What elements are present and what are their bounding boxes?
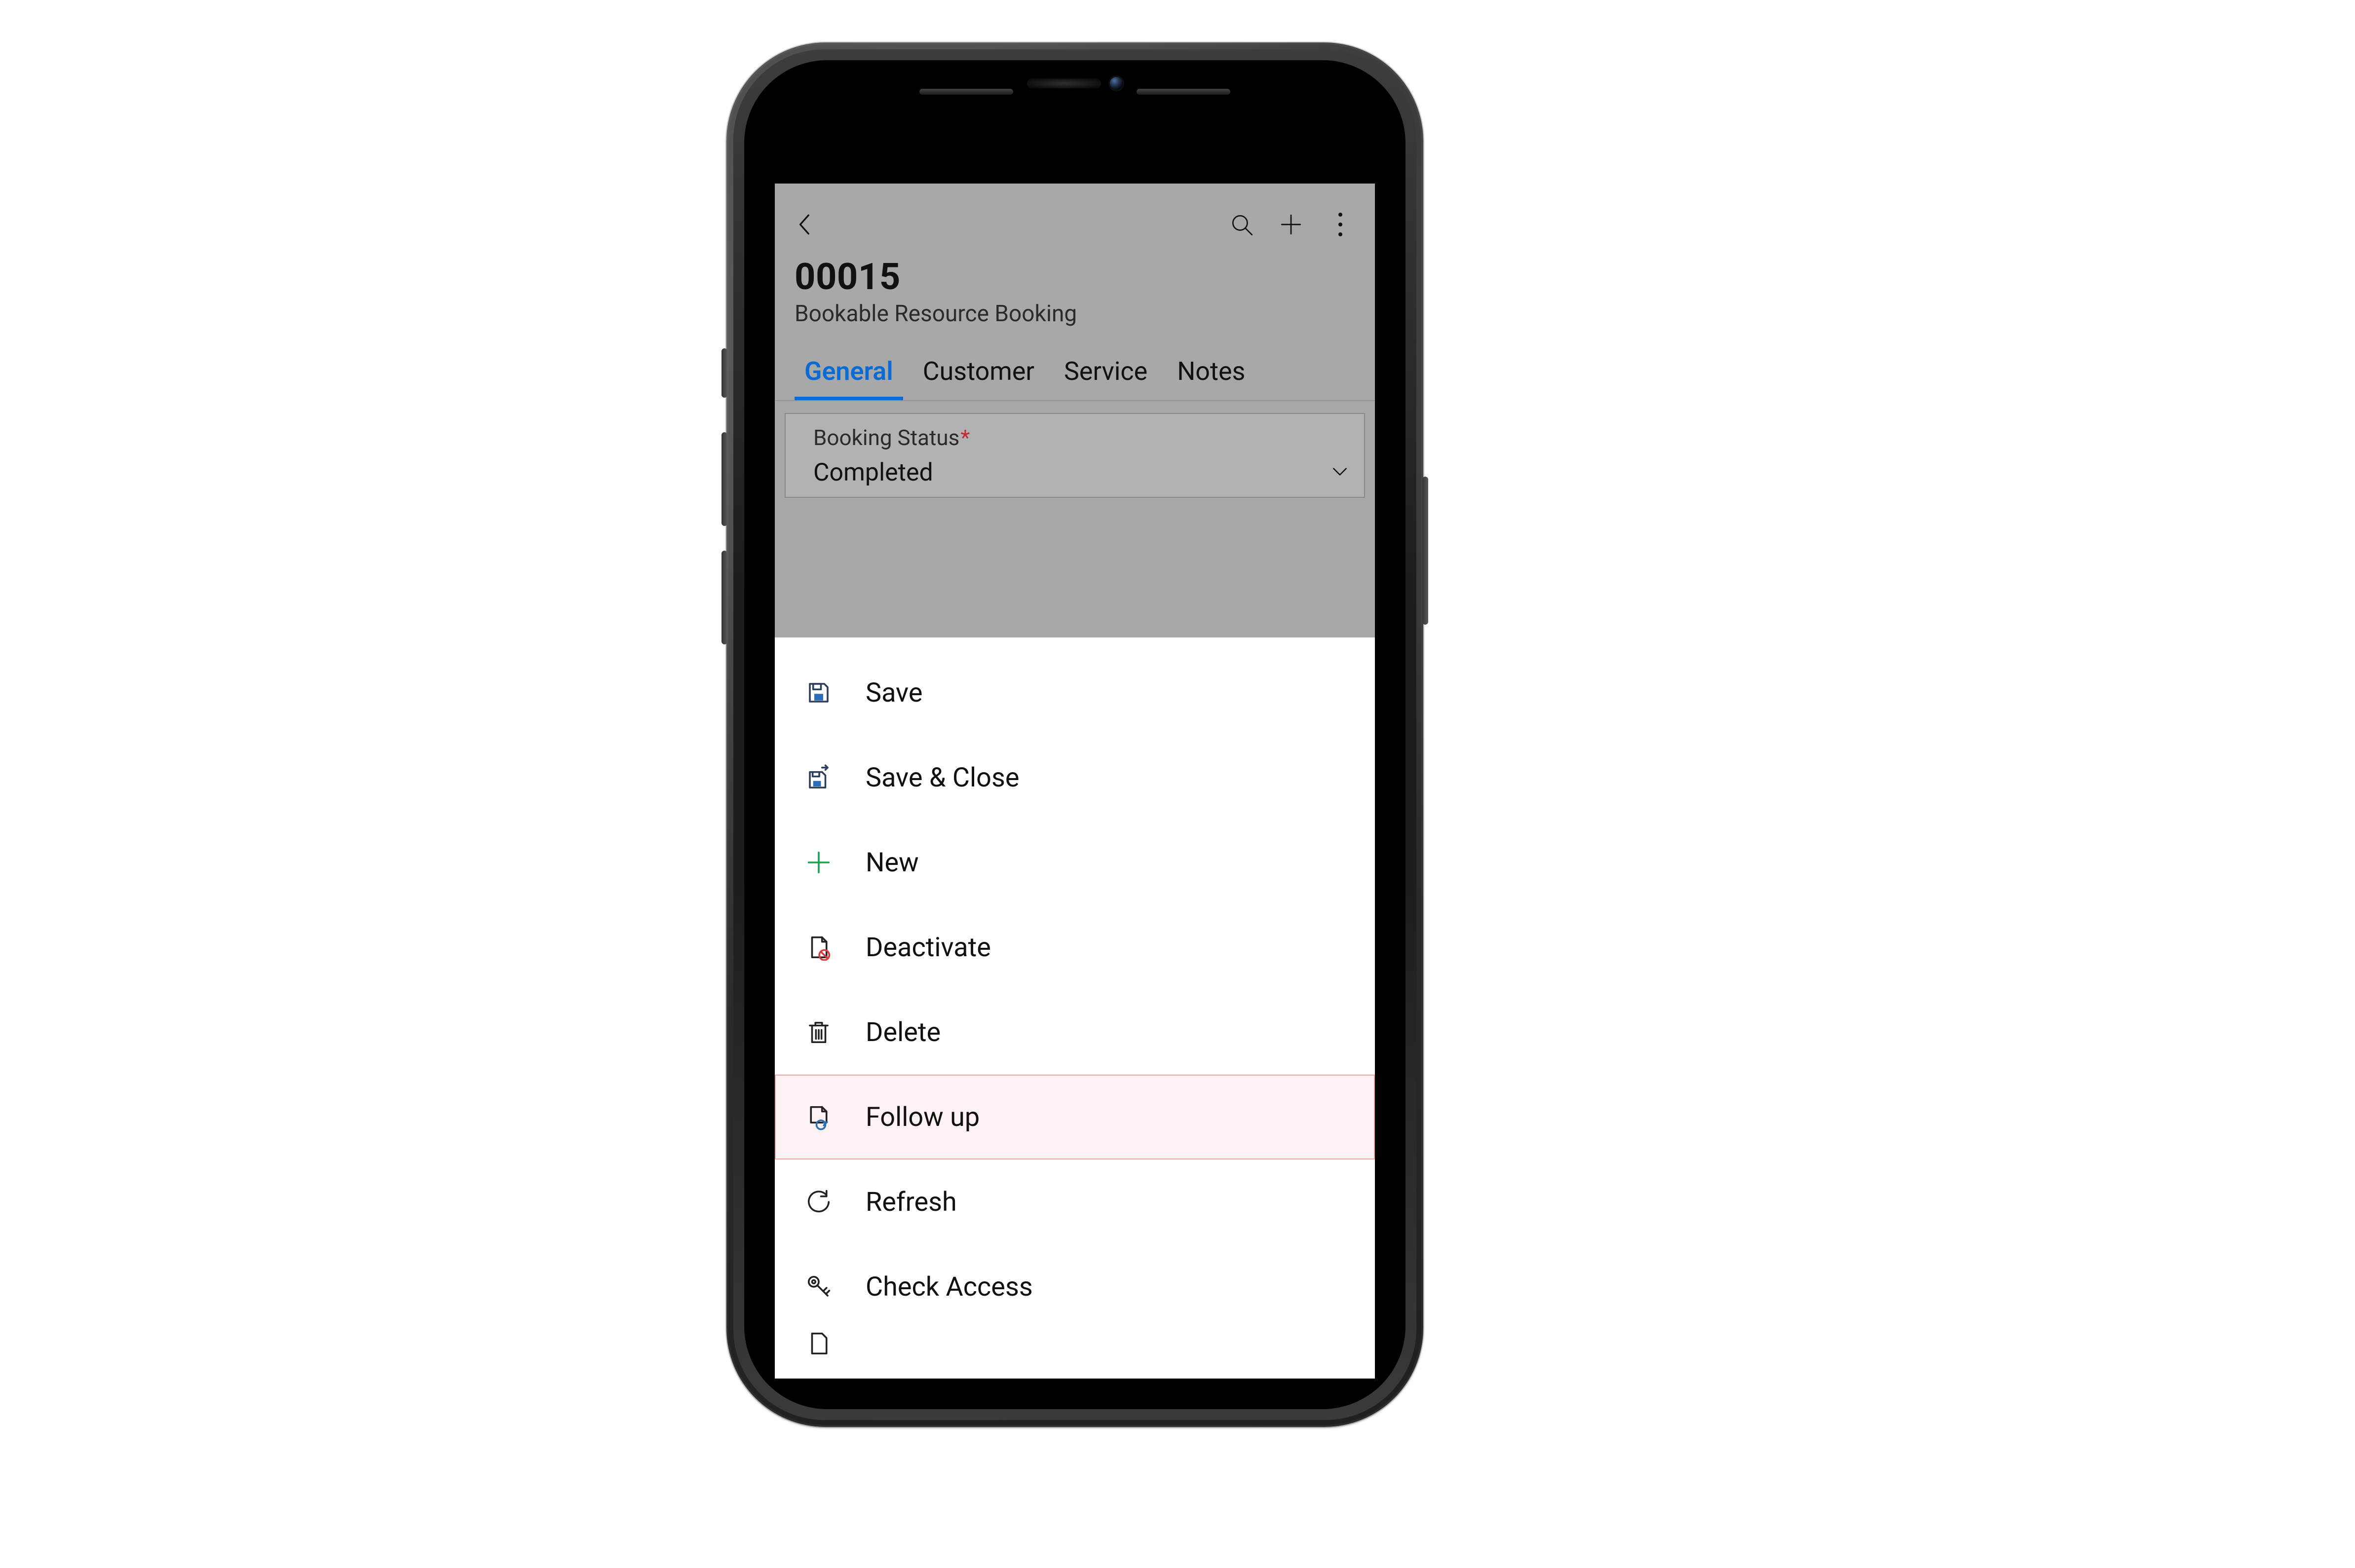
menu-item-label: Check Access <box>866 1271 1033 1303</box>
record-subtitle: Bookable Resource Booking <box>775 300 1375 342</box>
tab-notes[interactable]: Notes <box>1162 347 1260 400</box>
command-menu: Save Save & Close <box>775 637 1375 1359</box>
save-close-icon <box>801 764 836 791</box>
follow-up-icon <box>801 1104 836 1130</box>
menu-new[interactable]: New <box>775 820 1375 905</box>
more-button[interactable] <box>1323 207 1358 242</box>
phone-speaker-slit <box>919 89 1013 95</box>
menu-item-label: Refresh <box>866 1187 957 1218</box>
record-title: 00015 <box>775 255 1375 300</box>
field-value: Completed <box>813 458 1330 487</box>
check-access-icon <box>801 1273 836 1300</box>
plus-icon <box>1279 212 1303 237</box>
menu-item-label: New <box>866 847 919 878</box>
save-icon <box>801 679 836 706</box>
record-form-dimmed: 00015 Bookable Resource Booking General … <box>775 184 1375 637</box>
command-bar-sheet: Save Save & Close <box>775 637 1375 1379</box>
required-indicator-icon: * <box>960 425 970 450</box>
deactivate-icon <box>801 934 836 961</box>
plus-icon <box>801 849 836 876</box>
chevron-left-icon <box>793 212 818 237</box>
menu-item-label: Delete <box>866 1017 941 1048</box>
booking-status-field[interactable]: Booking Status* Completed <box>785 413 1365 498</box>
field-label: Booking Status* <box>813 425 1349 450</box>
menu-item-truncated[interactable] <box>775 1329 1375 1359</box>
tab-general[interactable]: General <box>790 347 908 400</box>
phone-earpiece <box>1027 78 1101 88</box>
chevron-down-icon <box>1330 462 1349 483</box>
phone-speaker-slit <box>1137 89 1230 95</box>
tab-customer[interactable]: Customer <box>908 347 1049 400</box>
new-button[interactable] <box>1273 207 1309 242</box>
refresh-icon <box>801 1189 836 1215</box>
menu-check-access[interactable]: Check Access <box>775 1244 1375 1329</box>
menu-follow-up[interactable]: Follow up <box>775 1075 1375 1159</box>
phone-volume-down <box>722 551 727 644</box>
menu-deactivate[interactable]: Deactivate <box>775 905 1375 990</box>
phone-side-button <box>722 348 727 398</box>
menu-delete[interactable]: Delete <box>775 990 1375 1075</box>
app-screen: 00015 Bookable Resource Booking General … <box>775 184 1375 1379</box>
delete-icon <box>801 1019 836 1045</box>
phone-volume-up <box>722 432 727 526</box>
menu-save-close[interactable]: Save & Close <box>775 735 1375 820</box>
phone-front-camera <box>1110 77 1123 90</box>
menu-refresh[interactable]: Refresh <box>775 1159 1375 1244</box>
menu-item-label: Follow up <box>866 1102 980 1133</box>
phone-power-button <box>1422 477 1428 625</box>
menu-save[interactable]: Save <box>775 650 1375 735</box>
more-vertical-icon <box>1330 213 1350 236</box>
menu-item-label: Save & Close <box>866 762 1019 793</box>
form-tabs: General Customer Service Notes <box>775 342 1375 400</box>
search-icon <box>1229 212 1254 237</box>
menu-item-label: Deactivate <box>866 932 991 963</box>
tab-service[interactable]: Service <box>1049 347 1162 400</box>
phone-frame: 00015 Bookable Resource Booking General … <box>726 42 1423 1427</box>
back-button[interactable] <box>788 207 823 242</box>
menu-item-label: Save <box>866 677 923 709</box>
search-button[interactable] <box>1224 207 1259 242</box>
document-icon <box>801 1330 836 1357</box>
